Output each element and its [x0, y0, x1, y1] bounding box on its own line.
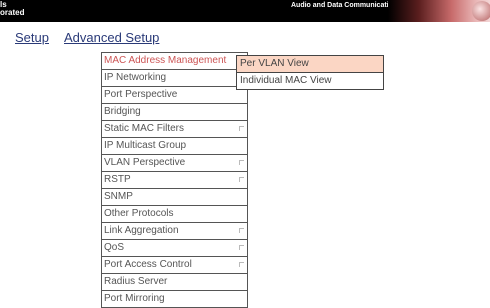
menu-item[interactable]: MAC Address Management — [102, 52, 247, 70]
menu-item-label: Port Access Control — [104, 259, 192, 270]
submenu-indicator-icon — [239, 126, 244, 131]
menu-item-label: Port Mirroring — [104, 293, 165, 304]
menu-item[interactable]: Bridging — [102, 104, 247, 121]
menu-item-label: IP Networking — [104, 72, 167, 83]
menu-item[interactable]: RSTP — [102, 172, 247, 189]
menu-item-label: Bridging — [104, 106, 141, 117]
menu-item-label: QoS — [104, 242, 125, 253]
submenu-indicator-icon — [239, 228, 244, 233]
menu-item-label: SNMP — [104, 191, 133, 202]
menu-item[interactable]: Port Mirroring — [102, 291, 247, 308]
menu-item[interactable]: QoS — [102, 240, 247, 257]
menu-item-label: Other Protocols — [104, 208, 174, 219]
menu-item-label: Link Aggregation — [104, 225, 179, 236]
globe-icon — [472, 1, 490, 21]
menu-item[interactable]: Port Perspective — [102, 87, 247, 104]
menu-item[interactable]: Other Protocols — [102, 206, 247, 223]
submenu-indicator-icon — [239, 262, 244, 267]
advanced-setup-menu: MAC Address Management IP Networking Port … — [101, 52, 248, 308]
menu-item-label: Port Perspective — [104, 89, 178, 100]
menu-item[interactable]: VLAN Perspective — [102, 155, 247, 172]
submenu-item[interactable]: Per VLAN View — [237, 56, 383, 73]
menu-item[interactable]: SNMP — [102, 189, 247, 206]
menu-item-label: MAC Address Management — [104, 55, 227, 66]
nav-setup-link[interactable]: Setup — [15, 30, 49, 45]
submenu-item[interactable]: Individual MAC View — [237, 73, 383, 89]
menu-item-label: Static MAC Filters — [104, 123, 185, 134]
menu-item[interactable]: Radius Server — [102, 274, 247, 291]
menu-item[interactable]: IP Networking — [102, 70, 247, 87]
company-name: ls orated — [0, 0, 25, 17]
menu-item-label: IP Multicast Group — [104, 140, 187, 151]
nav-advanced-setup-link[interactable]: Advanced Setup — [64, 30, 159, 45]
menu-item[interactable]: Port Access Control — [102, 257, 247, 274]
menu-item-label: Radius Server — [104, 276, 168, 287]
header-bar: ls orated Audio and Data Communication P… — [0, 0, 490, 22]
menu-item-label: VLAN Perspective — [104, 157, 186, 168]
mac-address-submenu: Per VLAN View Individual MAC View — [236, 55, 384, 90]
menu-item[interactable]: Link Aggregation — [102, 223, 247, 240]
menu-item[interactable]: Static MAC Filters — [102, 121, 247, 138]
submenu-indicator-icon — [239, 160, 244, 165]
menu-item-label: RSTP — [104, 174, 131, 185]
submenu-indicator-icon — [239, 177, 244, 182]
submenu-indicator-icon — [239, 245, 244, 250]
menu-item[interactable]: IP Multicast Group — [102, 138, 247, 155]
